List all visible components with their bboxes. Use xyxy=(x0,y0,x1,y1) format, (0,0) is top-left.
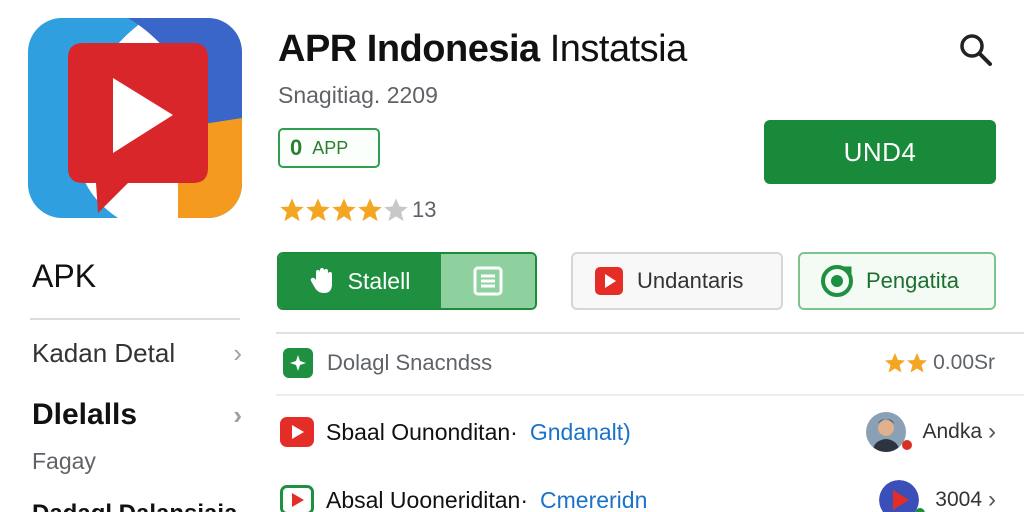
app-badge: 0 APP xyxy=(278,128,380,168)
sidebar-heading: APK xyxy=(32,258,97,294)
avatar xyxy=(866,412,907,452)
list-item[interactable]: Absal Uooneriditan· Cmereridn 3004 › xyxy=(280,478,996,512)
star-icon xyxy=(907,353,928,373)
chevron-right-icon: › xyxy=(233,399,242,430)
star-icon xyxy=(280,198,304,222)
status-dot xyxy=(915,508,926,512)
chevron-right-icon: › xyxy=(988,418,996,445)
install-button[interactable]: UND4 xyxy=(764,120,996,184)
app-subtitle: Snagitiag. 2209 xyxy=(278,82,438,108)
details-label: Dolagl Snacndss xyxy=(327,350,493,375)
action-install-button[interactable]: Stalell xyxy=(277,252,537,310)
action-install-main[interactable]: Stalell xyxy=(279,254,441,308)
star-icon xyxy=(358,198,382,222)
app-title-bold: APR Indonesia xyxy=(278,28,540,70)
star-icon xyxy=(332,198,356,222)
chevron-right-icon: › xyxy=(988,486,996,512)
star-icon xyxy=(306,198,330,222)
sidebar-item-dlelalls[interactable]: Dlelalls › xyxy=(32,398,242,432)
row-divider xyxy=(276,394,1024,396)
plus-badge-icon xyxy=(283,348,313,378)
app-logo-icon xyxy=(28,18,242,218)
action-uninstall-label: Undantaris xyxy=(637,268,744,293)
details-rating-value: 0.00Sr xyxy=(933,351,995,374)
details-row[interactable]: Dolagl Snacndss 0.00Sr xyxy=(283,346,995,380)
play-icon xyxy=(280,417,314,447)
sidebar-divider xyxy=(30,318,240,320)
circle-target-icon xyxy=(821,265,853,297)
play-icon xyxy=(280,485,314,512)
rating-stars: 13 xyxy=(278,196,436,224)
badge-text: APP xyxy=(312,137,349,158)
app-title: APR Indonesia Instatsia xyxy=(278,28,687,71)
rating-count: 13 xyxy=(412,197,437,222)
app-title-light: Instatsia xyxy=(549,28,688,70)
list-item-title: Sbaal Ounonditan· xyxy=(326,418,518,445)
list-item-title: Absal Uooneriditan· xyxy=(326,486,529,512)
list-item[interactable]: Sbaal Ounonditan· Gndanalt) Andka › xyxy=(280,410,996,454)
action-settings-label: Pengatita xyxy=(866,268,959,293)
search-icon[interactable] xyxy=(956,30,996,70)
list-item-link[interactable]: Cmereridn xyxy=(540,487,879,512)
list-item-trail: 3004 › xyxy=(879,480,996,512)
sidebar-item-cut[interactable]: Dadagl Dalansiaia xyxy=(32,500,237,512)
list-item-trail-text: Andka xyxy=(922,420,982,443)
sidebar-item-label: Dlelalls xyxy=(32,398,138,431)
action-uninstall-button[interactable]: Undantaris xyxy=(571,252,783,310)
chevron-right-icon: › xyxy=(233,338,242,368)
action-install-list[interactable] xyxy=(441,254,535,308)
notification-dot xyxy=(902,440,913,450)
badge-icon: 0 xyxy=(290,135,303,160)
star-empty-icon xyxy=(384,198,408,222)
list-item-link[interactable]: Gndanalt) xyxy=(530,419,867,446)
action-settings-button[interactable]: Pengatita xyxy=(798,252,996,310)
play-icon xyxy=(595,267,623,295)
sidebar-item-kadan-detal[interactable]: Kadan Detal › xyxy=(32,338,242,369)
sidebar-item-label: Kadan Detal xyxy=(32,338,176,368)
sidebar-sub-label: Fagay xyxy=(32,448,96,474)
play-badge-icon xyxy=(879,480,920,512)
list-item-trail-text: 3004 xyxy=(935,488,982,511)
list-item-trail: Andka › xyxy=(866,412,996,452)
details-rating: 0.00Sr xyxy=(883,351,995,375)
hand-icon xyxy=(310,268,332,293)
star-icon xyxy=(885,353,906,373)
list-icon xyxy=(473,266,503,296)
action-install-label: Stalell xyxy=(347,267,411,294)
main-divider xyxy=(276,332,1024,334)
